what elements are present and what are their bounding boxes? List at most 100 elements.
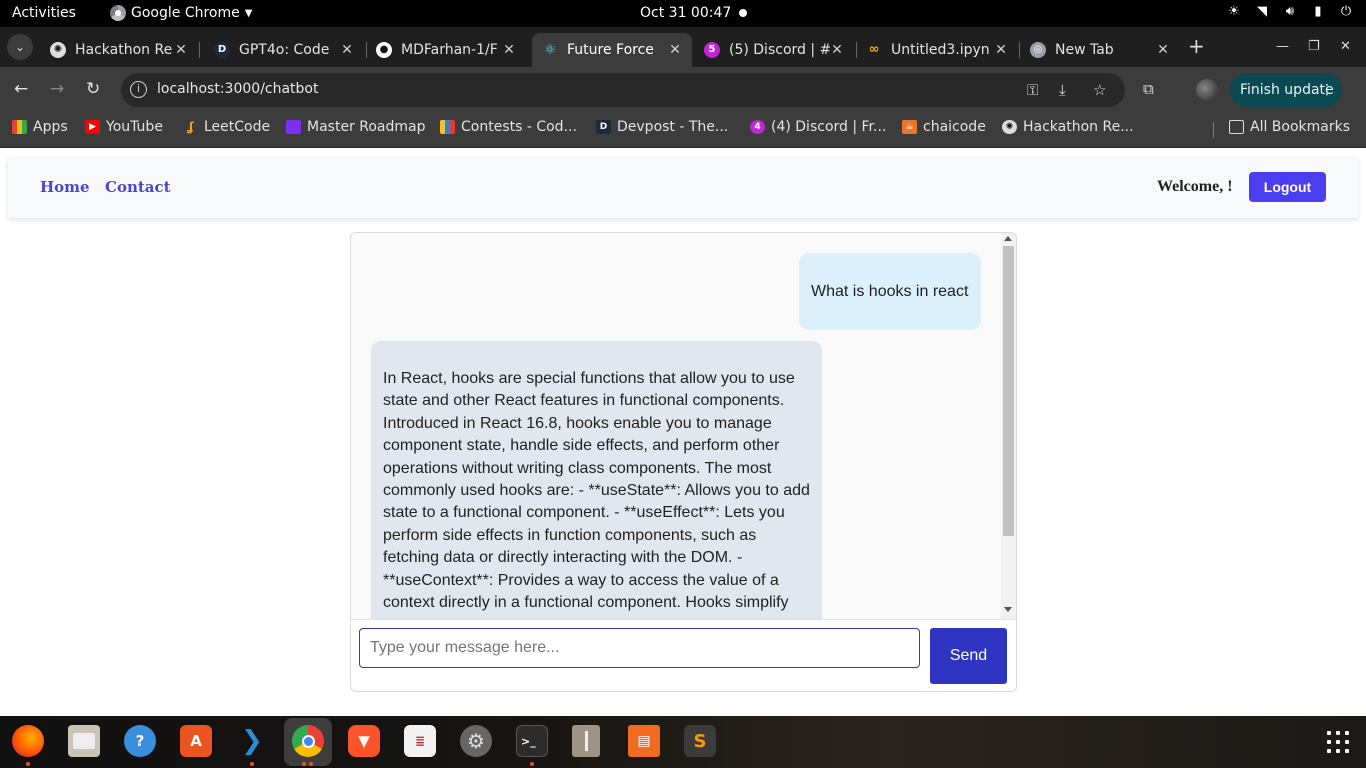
tab-hackathon[interactable]: ✺ Hackathon Re ✕ xyxy=(40,33,198,67)
bookmark-master-roadmap[interactable]: Master Roadmap xyxy=(286,119,426,135)
bookmark-label: LeetCode xyxy=(204,119,271,135)
bookmark-chaicode[interactable]: ☕︎ chaicode xyxy=(902,119,986,135)
url-text[interactable]: localhost:3000/chatbot xyxy=(157,81,319,97)
new-tab-button[interactable]: + xyxy=(1188,36,1205,56)
taskbar-dock: ? A ❯ ▼ ≣ ⚙ >_ ▤ S xyxy=(0,716,1366,768)
archive-icon[interactable] xyxy=(572,725,600,757)
help-icon[interactable]: ? xyxy=(124,725,156,757)
tab-future-force[interactable]: ⚛ Future Force ✕ xyxy=(532,33,692,67)
settings-icon[interactable]: ⚙ xyxy=(460,725,492,757)
close-icon[interactable]: ✕ xyxy=(1156,42,1170,58)
battery-icon: ▮ xyxy=(1314,4,1322,19)
chrome-icon[interactable] xyxy=(292,725,324,757)
tab-search-button[interactable]: ⌄ xyxy=(7,34,33,60)
power-icon: ⏻ xyxy=(1340,4,1352,19)
close-icon[interactable]: ✕ xyxy=(340,42,354,58)
address-bar[interactable]: i localhost:3000/chatbot ⚿ ⤓ ☆ xyxy=(121,73,1125,107)
send-button[interactable]: Send xyxy=(930,628,1007,684)
bot-message: In React, hooks are special functions th… xyxy=(371,341,822,619)
codeforces-icon xyxy=(440,120,455,134)
bookmark-label: YouTube xyxy=(106,119,163,135)
libreoffice-impress-icon[interactable]: ▤ xyxy=(628,725,660,757)
bookmark-youtube[interactable]: ▶ YouTube xyxy=(85,119,163,135)
firefox-icon[interactable] xyxy=(12,725,44,757)
bookmark-hackathon[interactable]: ✺ Hackathon Re... xyxy=(1002,119,1134,135)
message-scrollbar[interactable] xyxy=(1001,233,1016,619)
close-icon[interactable]: ✕ xyxy=(174,42,188,58)
app-menu[interactable]: Google Chrome ▼ xyxy=(110,5,252,21)
extensions-icon[interactable]: ⧉ xyxy=(1143,80,1154,98)
bookmark-star-icon[interactable]: ☆ xyxy=(1093,81,1106,99)
activities-button[interactable]: Activities xyxy=(12,5,76,21)
tab-gpt4o[interactable]: D GPT4o: Code ✕ xyxy=(204,33,364,67)
openai-icon: ✺ xyxy=(1002,120,1017,134)
bookmark-label: Contests - Cod... xyxy=(461,119,577,135)
system-top-bar: Activities Google Chrome ▼ Oct 31 00:47 … xyxy=(0,0,1366,27)
forward-arrow-icon[interactable]: → xyxy=(50,79,64,99)
nav-home-link[interactable]: Home xyxy=(40,178,90,196)
bookmark-contests[interactable]: Contests - Cod... xyxy=(440,119,577,135)
scroll-up-icon[interactable] xyxy=(1004,236,1012,241)
bookmark-apps[interactable]: Apps xyxy=(12,119,68,135)
brave-icon[interactable]: ▼ xyxy=(348,725,380,757)
kebab-menu-icon[interactable]: ⋮ xyxy=(1320,73,1334,107)
brightness-icon: ☀ xyxy=(1228,4,1240,19)
clock[interactable]: Oct 31 00:47 xyxy=(640,5,731,21)
tab-label: GPT4o: Code xyxy=(239,42,330,58)
reload-icon[interactable]: ↻ xyxy=(86,79,100,99)
bookmark-label: Master Roadmap xyxy=(307,119,426,135)
nav-contact-link[interactable]: Contact xyxy=(105,178,171,196)
sublime-text-icon[interactable]: S xyxy=(684,725,716,757)
key-icon[interactable]: ⚿ xyxy=(1027,81,1038,99)
chrome-icon xyxy=(110,5,126,21)
bookmark-discord[interactable]: 4 (4) Discord | Fr... xyxy=(750,119,886,135)
finish-update-button[interactable]: Finish update ⋮ xyxy=(1230,73,1342,107)
message-list[interactable]: What is hooks in react In React, hooks a… xyxy=(351,233,1001,619)
all-bookmarks-button[interactable]: All Bookmarks xyxy=(1229,119,1350,135)
chat-container: What is hooks in react In React, hooks a… xyxy=(350,232,1017,692)
tab-discord[interactable]: 5 (5) Discord | # ✕ xyxy=(694,33,854,67)
restore-icon[interactable]: ❐ xyxy=(1308,39,1320,54)
terminal-icon[interactable]: >_ xyxy=(516,725,548,757)
show-apps-grid-icon[interactable] xyxy=(1327,731,1349,753)
close-window-icon[interactable]: ✕ xyxy=(1340,39,1351,54)
welcome-text: Welcome, ! xyxy=(1157,178,1233,195)
message-input[interactable] xyxy=(359,628,920,668)
bookmark-label: Apps xyxy=(33,119,68,135)
close-icon[interactable]: ✕ xyxy=(830,42,844,58)
vscode-icon[interactable]: ❯ xyxy=(236,725,268,757)
scroll-down-icon[interactable] xyxy=(1004,607,1012,612)
install-app-icon[interactable]: ⤓ xyxy=(1059,81,1066,99)
openai-icon: ✺ xyxy=(50,42,66,58)
scroll-thumb[interactable] xyxy=(1003,246,1014,536)
app-center-icon[interactable]: A xyxy=(180,725,212,757)
devpost-icon: D xyxy=(596,120,611,134)
bookmark-devpost[interactable]: D Devpost - The... xyxy=(596,119,728,135)
system-tray[interactable]: ☀ ◥ 🔊︎ ▮ ⏻ xyxy=(1226,4,1354,20)
bookmarks-bar: Apps ▶ YouTube ʆ LeetCode Master Roadmap… xyxy=(0,112,1366,148)
close-icon[interactable]: ✕ xyxy=(668,42,682,58)
github-icon: ● xyxy=(376,42,392,58)
profile-avatar[interactable] xyxy=(1196,79,1218,101)
tab-label: Future Force xyxy=(567,42,654,58)
chaicode-icon: ☕︎ xyxy=(902,120,917,134)
logout-button[interactable]: Logout xyxy=(1249,172,1326,202)
minimize-icon[interactable]: — xyxy=(1276,39,1289,54)
files-icon[interactable] xyxy=(68,725,100,757)
page-content: Home Contact Welcome, ! Logout What is h… xyxy=(0,148,1366,716)
devpost-icon: D xyxy=(214,42,230,58)
youtube-icon: ▶ xyxy=(85,120,100,134)
site-info-icon[interactable]: i xyxy=(130,81,147,98)
tab-colab[interactable]: ∞ Untitled3.ipyn ✕ xyxy=(856,33,1018,67)
tab-new-tab[interactable]: ◎ New Tab ✕ xyxy=(1020,33,1180,67)
tab-github[interactable]: ● MDFarhan-1/F ✕ xyxy=(366,33,526,67)
close-icon[interactable]: ✕ xyxy=(994,42,1008,58)
text-editor-icon[interactable]: ≣ xyxy=(404,725,436,757)
react-icon: ⚛ xyxy=(543,42,557,58)
bookmark-leetcode[interactable]: ʆ LeetCode xyxy=(183,119,270,135)
tab-label: (5) Discord | # xyxy=(729,42,830,58)
close-icon[interactable]: ✕ xyxy=(502,42,516,58)
back-arrow-icon[interactable]: ← xyxy=(14,79,28,99)
tab-label: Untitled3.ipyn xyxy=(891,42,990,58)
bookmark-label: Devpost - The... xyxy=(617,119,729,135)
